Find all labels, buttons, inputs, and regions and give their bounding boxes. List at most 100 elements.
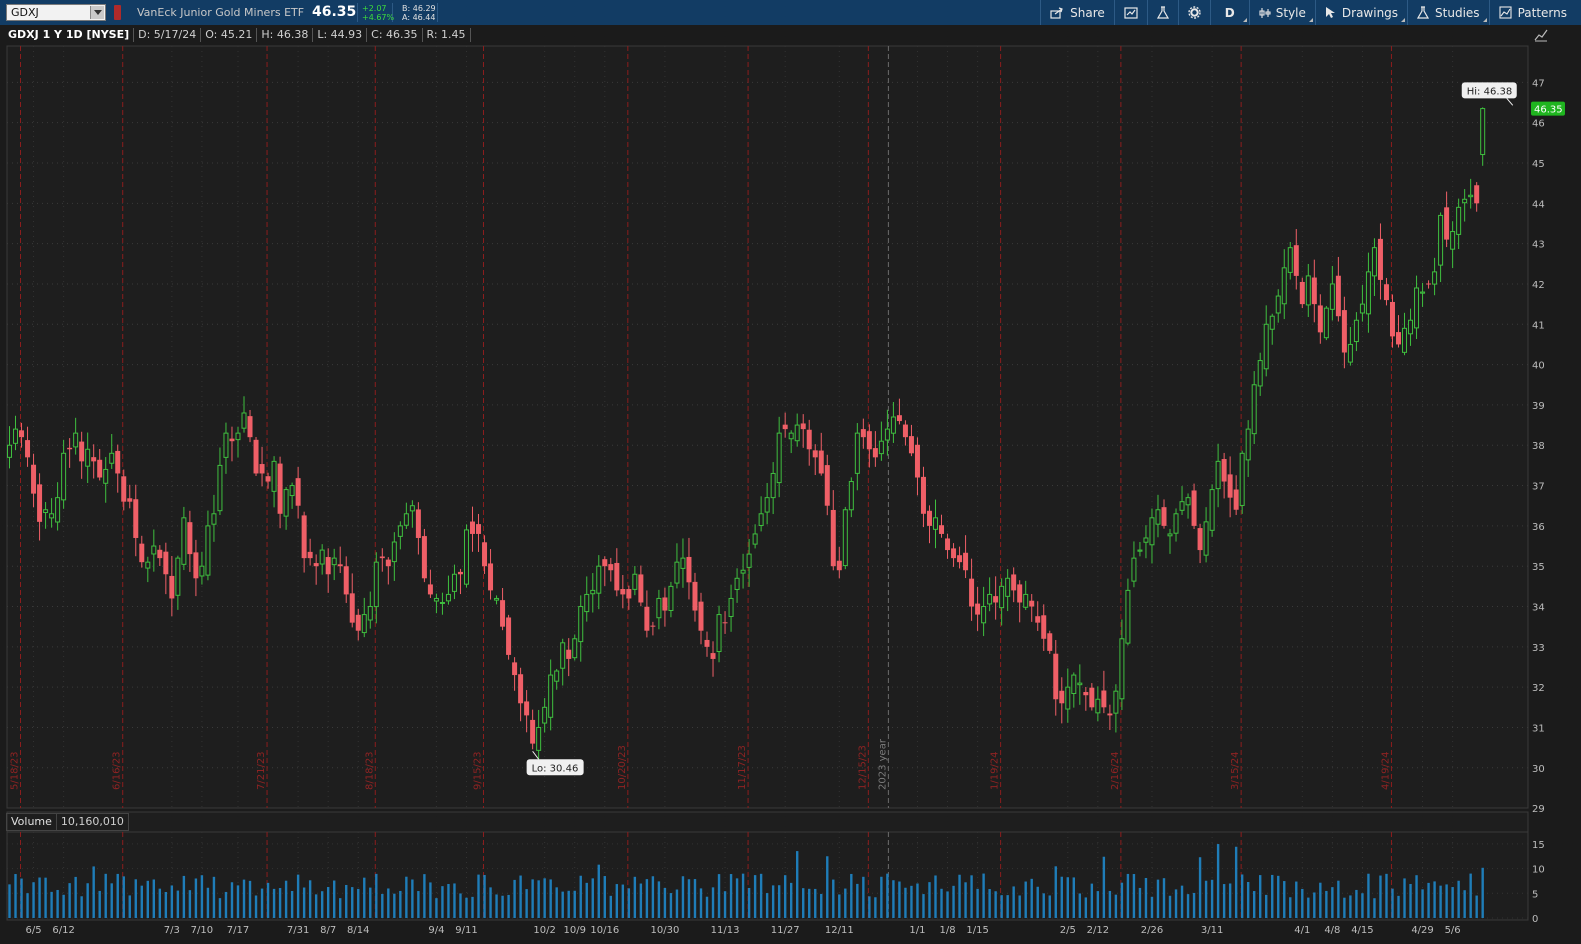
volume-bar	[513, 879, 516, 918]
candle-body	[163, 551, 169, 575]
volume-bar	[1168, 895, 1172, 918]
time-tick-label: 2/26	[1141, 925, 1163, 936]
candle-body	[572, 638, 578, 659]
symbol-text: GDXJ	[11, 6, 39, 19]
candle-body	[325, 557, 331, 575]
gear-icon	[1188, 6, 1201, 19]
candle-body	[824, 465, 830, 506]
candle-body	[1263, 323, 1269, 370]
candle-body	[1047, 633, 1053, 651]
candle-body	[764, 497, 770, 513]
candle-body	[85, 448, 91, 467]
volume-bar	[796, 851, 799, 918]
alert-flag-icon[interactable]	[114, 5, 121, 20]
candle-body	[1239, 452, 1245, 506]
candle-body	[1173, 513, 1179, 534]
volume-bar	[1228, 883, 1232, 918]
volume-bar	[314, 894, 318, 918]
volume-bar	[705, 896, 709, 918]
volume-bar	[345, 884, 348, 918]
candle-body	[241, 412, 247, 429]
volume-bar	[1150, 896, 1154, 918]
candle-body	[524, 701, 530, 716]
candle-body	[1396, 332, 1402, 345]
volume-bar	[339, 898, 342, 918]
volume-bar	[1252, 891, 1256, 918]
chevron-down-icon[interactable]	[90, 6, 104, 19]
candle-body	[638, 574, 644, 603]
volume-bar	[759, 873, 763, 918]
volume-bar	[182, 875, 186, 918]
volume-bar	[1337, 880, 1340, 918]
volume-bar	[958, 874, 961, 918]
share-button[interactable]: Share	[1040, 0, 1114, 25]
volume-bar	[1090, 883, 1094, 918]
time-tick-label: 7/31	[287, 925, 309, 936]
time-tick-label: 10/16	[590, 925, 619, 936]
candle-body	[295, 478, 301, 506]
candle-body	[421, 536, 427, 579]
volume-bar	[1409, 883, 1412, 918]
time-tick-label: 1/15	[966, 925, 988, 936]
volume-bar	[357, 888, 360, 918]
candle-body	[1420, 291, 1426, 294]
candle-body	[1299, 281, 1305, 305]
candle-body	[1161, 507, 1167, 526]
candle-body	[439, 601, 445, 604]
time-tick-label: 11/13	[711, 925, 740, 936]
volume-bar	[495, 894, 498, 918]
candle-body	[1059, 690, 1065, 704]
price-panel[interactable]	[7, 46, 1528, 808]
candle-body	[385, 559, 391, 567]
low-price-bubble: Lo: 30.46	[526, 750, 584, 776]
candle-body	[457, 571, 463, 575]
volume-bar	[868, 896, 871, 918]
volume-bar	[1433, 881, 1436, 918]
price-tick-label: 41	[1532, 320, 1545, 331]
high-bubble-box	[1461, 82, 1517, 99]
candle-body	[355, 614, 361, 631]
candle-body	[1155, 509, 1161, 525]
volume-bar	[603, 876, 606, 918]
candle-body	[1041, 615, 1047, 639]
price-panel-border	[6, 45, 1529, 809]
share-label: Share	[1070, 5, 1105, 20]
volume-bar	[910, 885, 913, 918]
candle-body	[391, 541, 397, 563]
candle-body	[650, 625, 656, 627]
patterns-icon	[1499, 6, 1512, 19]
candle-body	[1227, 474, 1233, 498]
style-button[interactable]: Style	[1248, 0, 1315, 25]
price-tick-label: 33	[1532, 643, 1545, 654]
header-date: D: 5/17/24	[134, 28, 202, 42]
time-tick-label: 10/9	[563, 925, 585, 936]
price-chart[interactable]: 5/18/23 6/16/23 7/21/23 8/18/23 9/15/23 10/20…	[0, 0, 1581, 944]
volume-bar	[290, 890, 294, 918]
price-tick-label: 38	[1532, 441, 1545, 452]
price-tick-label: 39	[1532, 401, 1545, 412]
chart-settings-button[interactable]	[1113, 0, 1147, 25]
volume-bar	[1120, 882, 1124, 918]
volume-bar	[1012, 886, 1015, 918]
candle-body	[1444, 207, 1450, 240]
price-tick-label: 45	[1532, 159, 1545, 170]
candle-body	[319, 549, 325, 565]
time-tick-label: 7/3	[164, 925, 180, 936]
volume-bar	[1481, 867, 1484, 918]
drawings-button[interactable]: Drawings	[1314, 0, 1407, 25]
flask-button[interactable]	[1146, 0, 1178, 25]
aggregation-button[interactable]: D	[1209, 0, 1249, 25]
volume-panel[interactable]	[6, 831, 1529, 921]
volume-bar	[765, 893, 769, 918]
patterns-button[interactable]: Patterns	[1488, 0, 1581, 25]
price-tick-label: 40	[1532, 361, 1545, 372]
expand-chart-icon[interactable]	[1534, 28, 1548, 42]
symbol-input[interactable]: GDXJ	[6, 4, 106, 21]
volume-bar	[1210, 879, 1214, 918]
volume-bar	[1397, 895, 1400, 918]
settings-button[interactable]	[1177, 0, 1210, 25]
candle-body	[782, 424, 788, 430]
thinkorswim-chart-window: GDXJ VanEck Junior Gold Miners ETF 46.35…	[0, 0, 1581, 944]
studies-button[interactable]: Studies	[1407, 0, 1489, 25]
volume-bar	[1234, 846, 1238, 918]
